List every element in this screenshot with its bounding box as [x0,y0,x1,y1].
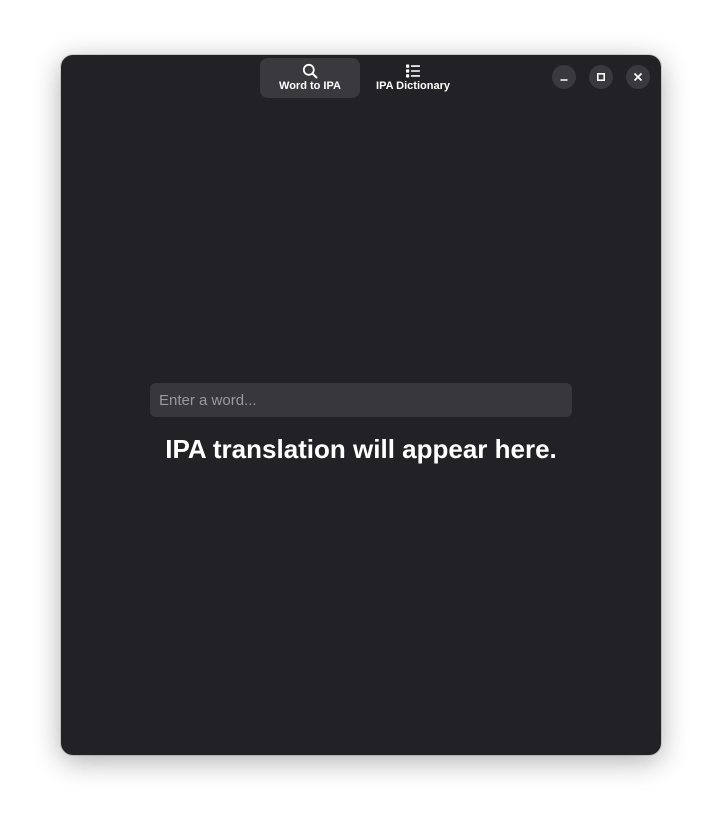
view-switcher: Word to IPA IPA Dictionary [260,58,466,98]
tab-ipa-dictionary-label: IPA Dictionary [376,80,450,92]
list-icon [406,64,420,78]
close-icon [633,72,643,82]
minimize-button[interactable] [552,65,576,89]
tab-word-to-ipa[interactable]: Word to IPA [260,58,360,98]
close-button[interactable] [626,65,650,89]
main-content: IPA translation will appear here. [61,101,661,755]
maximize-icon [596,72,606,82]
app-window: Word to IPA IPA Dictionary Enter a word.… [61,55,661,755]
tab-word-to-ipa-label: Word to IPA [279,80,341,92]
word-input[interactable] [150,383,572,417]
window-controls [552,65,650,89]
ipa-result-text: IPA translation will appear here. [165,434,557,464]
tab-ipa-dictionary[interactable]: IPA Dictionary [360,58,466,98]
header-bar: Word to IPA IPA Dictionary [61,55,661,101]
search-icon [302,63,318,79]
minimize-icon [560,79,568,81]
maximize-button[interactable] [589,65,613,89]
